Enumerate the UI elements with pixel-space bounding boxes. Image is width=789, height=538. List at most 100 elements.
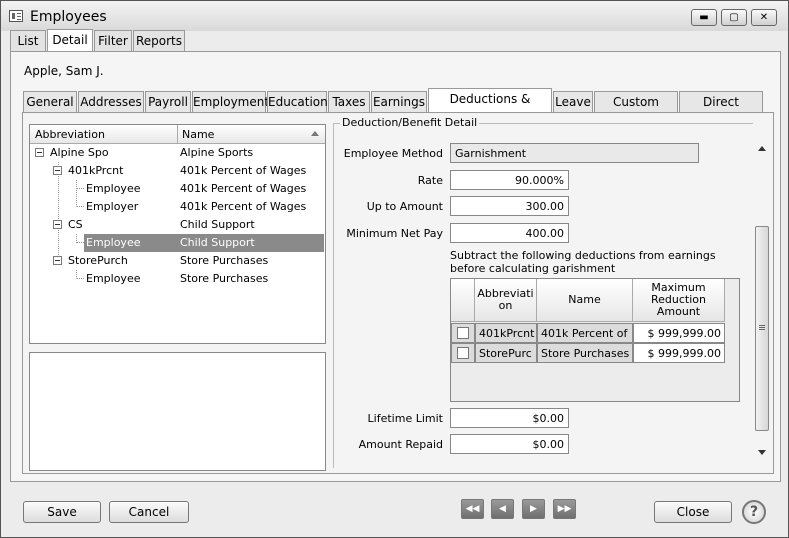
app-icon <box>9 10 23 22</box>
sort-ascending-icon <box>311 131 319 136</box>
subtab-education[interactable]: Education <box>267 91 328 112</box>
rate-field[interactable]: 90.000% <box>450 170 569 190</box>
subtab-payroll[interactable]: Payroll <box>145 91 191 112</box>
tree-row-abbr: Alpine Spo <box>50 146 109 159</box>
header-abbreviation[interactable]: Abbreviation <box>35 128 105 141</box>
collapse-icon[interactable] <box>53 220 62 229</box>
up-to-amount-field[interactable]: 300.00 <box>450 196 569 216</box>
tree-row[interactable]: CS Child Support <box>30 216 325 234</box>
tab-reports[interactable]: Reports <box>133 30 185 51</box>
detail-group-label: Deduction/Benefit Detail <box>340 116 480 129</box>
tree-row-name: Store Purchases <box>180 254 269 267</box>
scroll-thumb[interactable] <box>755 226 769 431</box>
tree-row-selected[interactable]: Employee Child Support <box>30 234 325 252</box>
tree-row-abbr: Employee <box>86 272 141 285</box>
collapse-icon[interactable] <box>53 166 62 175</box>
lifetime-limit-label: Lifetime Limit <box>367 412 443 425</box>
close-window-button[interactable]: ✕ <box>751 9 777 26</box>
subtab-general[interactable]: General <box>23 91 77 112</box>
employee-name: Apple, Sam J. <box>24 64 104 78</box>
deductions-grid[interactable]: Abbreviati on Name Maximum Reduction Amo… <box>450 278 740 402</box>
grid-cell-max[interactable]: $ 999,999.00 <box>633 323 725 343</box>
row-checkbox[interactable] <box>457 327 469 339</box>
header-name[interactable]: Name <box>182 128 214 141</box>
min-net-pay-label: Minimum Net Pay <box>346 227 443 240</box>
previous-record-button[interactable]: ◀ <box>491 499 514 519</box>
amount-repaid-label: Amount Repaid <box>358 438 443 451</box>
tree-row[interactable]: Alpine Spo Alpine Sports <box>30 144 325 162</box>
subtab-taxes[interactable]: Taxes <box>328 91 370 112</box>
tree-row[interactable]: StorePurch Store Purchases <box>30 252 325 270</box>
tree-row-abbr: CS <box>68 218 83 231</box>
employees-window: Employees ▬ ▢ ✕ List Detail Filter Repor… <box>0 0 789 538</box>
tree-row-abbr: Employee <box>86 182 141 195</box>
next-record-button[interactable]: ▶ <box>522 499 545 519</box>
lifetime-limit-field[interactable]: $0.00 <box>450 408 569 428</box>
notes-area[interactable] <box>29 352 326 471</box>
tree-row-name: 401k Percent of Wages <box>180 200 307 213</box>
tab-filter[interactable]: Filter <box>94 30 132 51</box>
subtab-earnings[interactable]: Earnings <box>371 91 427 112</box>
window-title: Employees <box>30 9 107 25</box>
grid-header-check <box>451 279 475 322</box>
subtab-employment[interactable]: Employment <box>192 91 269 112</box>
deduction-tree[interactable]: Abbreviation Name Alpine Spo Alpine Spor… <box>29 124 326 344</box>
scroll-up-icon[interactable] <box>758 146 766 151</box>
grid-cell-max[interactable]: $ 999,999.00 <box>633 343 725 363</box>
row-checkbox[interactable] <box>457 347 469 359</box>
grid-cell-name[interactable]: 401k Percent of <box>537 323 633 343</box>
collapse-icon[interactable] <box>53 256 62 265</box>
close-button[interactable]: Close <box>654 501 732 523</box>
tab-detail[interactable]: Detail <box>47 29 93 51</box>
help-icon[interactable]: ? <box>742 500 766 524</box>
detail-scrollbar[interactable] <box>754 138 770 462</box>
scroll-down-icon[interactable] <box>758 450 766 455</box>
maximize-button[interactable]: ▢ <box>721 9 747 26</box>
last-record-button[interactable]: ▶▶ <box>553 499 576 519</box>
subtab-deductions-benefits[interactable]: Deductions & Benefits <box>428 88 552 126</box>
subtract-instructions: Subtract the following deductions from e… <box>450 249 716 275</box>
grid-header-abbreviation[interactable]: Abbreviati on <box>475 279 537 322</box>
tree-row[interactable]: Employee Store Purchases <box>30 270 325 288</box>
tree-row[interactable]: 401kPrcnt 401k Percent of Wages <box>30 162 325 180</box>
grid-cell-abbr[interactable]: StorePurc <box>475 343 537 363</box>
employee-method-label: Employee Method <box>343 147 443 160</box>
tree-row-name: 401k Percent of Wages <box>180 182 307 195</box>
grid-cell-name[interactable]: Store Purchases <box>537 343 633 363</box>
tab-list[interactable]: List <box>10 30 46 51</box>
first-record-button[interactable]: ◀◀ <box>461 499 484 519</box>
subtab-direct-deposit[interactable]: Direct Deposit <box>679 91 763 129</box>
up-to-amount-label: Up to Amount <box>366 200 443 213</box>
employee-method-field[interactable]: Garnishment <box>450 143 699 163</box>
tree-row[interactable]: Employee 401k Percent of Wages <box>30 180 325 198</box>
grip-icon <box>759 325 765 326</box>
tree-row-name: Store Purchases <box>180 272 269 285</box>
tree-header: Abbreviation Name <box>30 125 325 144</box>
grid-header-max-reduction[interactable]: Maximum Reduction Amount <box>633 279 725 322</box>
grid-row-check-cell <box>451 323 475 343</box>
subtab-addresses[interactable]: Addresses <box>78 91 144 112</box>
tree-row[interactable]: Employer 401k Percent of Wages <box>30 198 325 216</box>
amount-repaid-field[interactable]: $0.00 <box>450 434 569 454</box>
detail-panel: Apple, Sam J. General Addresses Payroll … <box>10 51 781 482</box>
tree-row-name: Child Support <box>180 236 255 249</box>
minimize-button[interactable]: ▬ <box>691 9 717 26</box>
grid-row-check-cell <box>451 343 475 363</box>
tree-row-abbr: Employee <box>86 236 141 249</box>
cancel-button[interactable]: Cancel <box>109 501 189 523</box>
subtab-leave[interactable]: Leave <box>553 91 593 112</box>
title-bar[interactable]: Employees ▬ ▢ ✕ <box>1 1 788 31</box>
collapse-icon[interactable] <box>35 148 44 157</box>
tree-row-name: 401k Percent of Wages <box>180 164 307 177</box>
header-separator <box>177 125 178 144</box>
save-button[interactable]: Save <box>23 501 101 523</box>
subtab-custom-fields[interactable]: Custom Fields <box>594 91 678 129</box>
grid-cell-abbr[interactable]: 401kPrcnt <box>475 323 537 343</box>
tree-row-abbr: StorePurch <box>68 254 128 267</box>
grid-header-name[interactable]: Name <box>537 279 633 322</box>
rate-label: Rate <box>417 174 443 187</box>
tree-row-abbr: Employer <box>86 200 139 213</box>
tree-row-abbr: 401kPrcnt <box>68 164 124 177</box>
tree-row-name: Alpine Sports <box>180 146 254 159</box>
min-net-pay-field[interactable]: 400.00 <box>450 223 569 243</box>
